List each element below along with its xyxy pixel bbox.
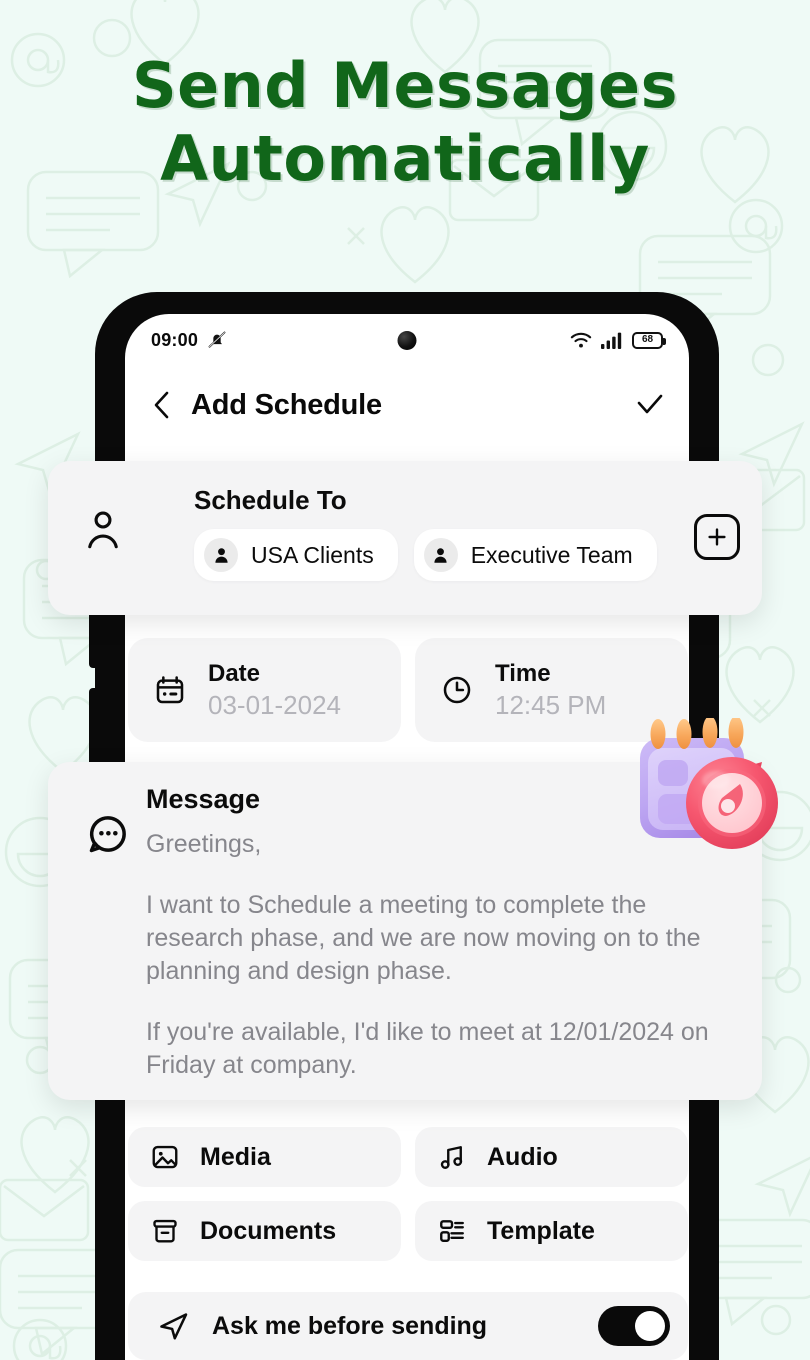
confirm-button[interactable] (633, 388, 667, 422)
ask-before-sending-label: Ask me before sending (212, 1311, 488, 1340)
recipient-chip[interactable]: USA Clients (194, 529, 398, 581)
message-title: Message (146, 784, 261, 814)
check-icon (637, 394, 663, 414)
add-recipient-button[interactable] (694, 514, 740, 560)
attachment-documents-label: Documents (200, 1216, 337, 1245)
battery-level-label: 68 (641, 334, 654, 345)
recipient-chip[interactable]: Executive Team (413, 529, 657, 581)
headline-line-1: Send Messages (131, 49, 679, 122)
ask-before-sending-toggle[interactable] (598, 1306, 670, 1346)
battery-indicator: 68 (632, 331, 666, 349)
image-icon (152, 1145, 178, 1169)
archive-box-icon (153, 1219, 177, 1243)
volume-down-button[interactable] (89, 688, 96, 766)
bell-muted-icon (208, 331, 226, 348)
music-note-icon (440, 1146, 463, 1169)
attachment-audio-button[interactable]: Audio (415, 1127, 688, 1187)
front-camera-punchhole (397, 331, 417, 350)
recipient-chip-label: USA Clients (251, 541, 374, 568)
person-filled-icon (423, 538, 458, 572)
toggle-knob (635, 1311, 665, 1341)
headline-line-2: Automatically (160, 121, 650, 195)
message-paragraph-2: If you're available, I'd like to meet at… (146, 1018, 709, 1079)
person-outline-icon (88, 511, 118, 549)
message-body[interactable]: Greetings, I want to Schedule a meeting … (146, 828, 738, 1082)
layout-list-icon (440, 1220, 464, 1242)
schedule-to-card: Schedule To USA Clients Executive Team (48, 461, 762, 615)
attachment-documents-button[interactable]: Documents (128, 1201, 401, 1261)
date-label: Date (208, 659, 261, 687)
time-label: Time (495, 659, 551, 687)
attachment-media-button[interactable]: Media (128, 1127, 401, 1187)
calendar-icon (156, 676, 184, 704)
date-field[interactable]: Date 03-01-2024 (128, 638, 401, 742)
attachment-media-label: Media (200, 1142, 271, 1171)
attachment-audio-label: Audio (487, 1142, 558, 1171)
wifi-icon (570, 332, 592, 348)
schedule-to-label: Schedule To (194, 485, 347, 515)
calendar-timer-3d-icon (640, 718, 778, 849)
ask-before-sending-row[interactable]: Ask me before sending (128, 1292, 688, 1360)
schedule-to-chip-list: USA Clients Executive Team (194, 529, 657, 581)
chat-bubble-icon (89, 816, 126, 853)
send-arrow-icon (160, 1313, 188, 1340)
date-value: 03-01-2024 (208, 689, 341, 720)
status-time: 09:00 (151, 329, 199, 350)
back-button[interactable] (147, 390, 177, 420)
date-time-row: Date 03-01-2024 Time 12:45 PM (128, 638, 688, 742)
app-header: Add Schedule (125, 372, 689, 438)
attachment-template-label: Template (487, 1216, 595, 1245)
clock-icon (443, 676, 471, 704)
plus-icon (708, 528, 726, 546)
cellular-signal-icon (601, 332, 622, 349)
promo-headline: Send Messages Automatically (0, 49, 810, 195)
recipient-chip-label: Executive Team (470, 541, 633, 568)
attachment-options-grid: Media Audio Documents Template (128, 1127, 688, 1261)
time-value: 12:45 PM (495, 689, 607, 720)
person-filled-icon (204, 538, 238, 572)
message-paragraph-1: I want to Schedule a meeting to complete… (146, 891, 701, 985)
attachment-template-button[interactable]: Template (415, 1201, 688, 1261)
page-title: Add Schedule (191, 388, 382, 421)
chevron-left-icon (154, 391, 169, 419)
